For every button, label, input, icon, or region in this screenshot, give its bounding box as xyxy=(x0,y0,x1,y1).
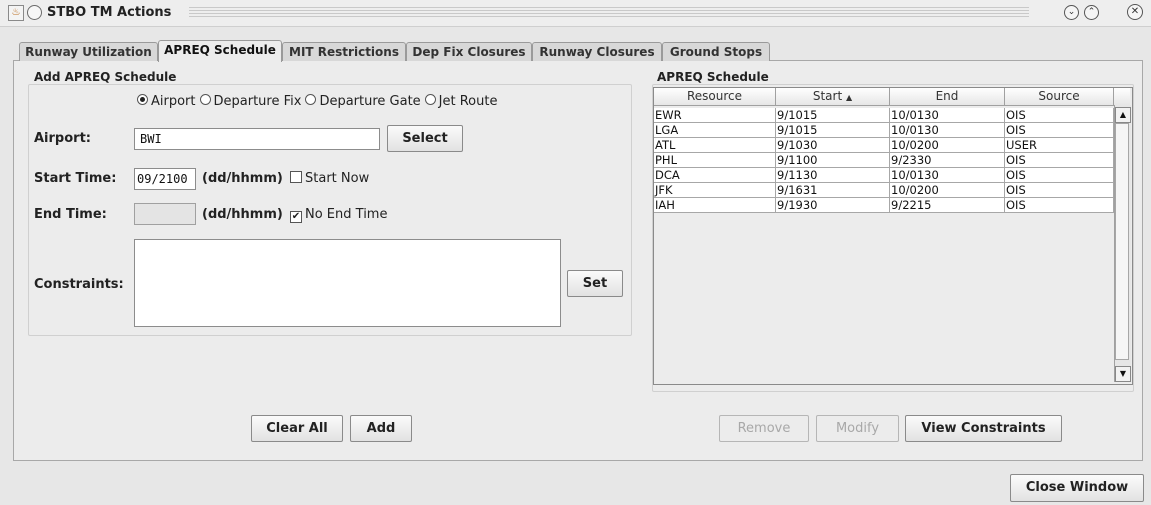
sort-ascending-icon: ▲ xyxy=(846,93,853,102)
set-button[interactable]: Set xyxy=(567,270,623,297)
start-time-input[interactable]: 09/2100 xyxy=(134,168,196,190)
tab-dep-fix-closures[interactable]: Dep Fix Closures xyxy=(406,42,532,61)
add-apreq-group-title: Add APREQ Schedule xyxy=(34,70,177,84)
cell-source: OIS xyxy=(1005,123,1114,138)
add-button[interactable]: Add xyxy=(350,415,412,442)
airport-label: Airport: xyxy=(34,131,91,146)
cell-start: 9/1130 xyxy=(776,168,890,183)
cell-source: OIS xyxy=(1005,153,1114,168)
cell-end: 9/2330 xyxy=(890,153,1005,168)
chevron-up-icon[interactable]: ⌃ xyxy=(1084,5,1099,20)
cell-resource: DCA xyxy=(654,168,776,183)
select-button[interactable]: Select xyxy=(387,125,463,152)
scroll-up-icon[interactable]: ▲ xyxy=(1115,107,1131,123)
table-row[interactable]: JFK 9/1631 10/0200 OIS xyxy=(654,183,1114,198)
checkbox-unchecked-icon xyxy=(290,171,302,183)
column-header-resource[interactable]: Resource xyxy=(654,88,776,106)
cell-end: 10/0130 xyxy=(890,123,1005,138)
chevron-down-icon[interactable]: ⌄ xyxy=(1064,5,1079,20)
cell-resource: PHL xyxy=(654,153,776,168)
table-row[interactable]: IAH 9/1930 9/2215 OIS xyxy=(654,198,1114,213)
cell-resource: JFK xyxy=(654,183,776,198)
cell-source: OIS xyxy=(1005,108,1114,123)
remove-button[interactable]: Remove xyxy=(719,415,809,442)
cell-resource: LGA xyxy=(654,123,776,138)
cell-start: 9/1631 xyxy=(776,183,890,198)
end-time-format: (dd/hhmm) xyxy=(202,207,283,222)
modify-button[interactable]: Modify xyxy=(816,415,899,442)
cell-source: USER xyxy=(1005,138,1114,153)
window-menu-icon[interactable] xyxy=(27,5,42,20)
table-row[interactable]: ATL 9/1030 10/0200 USER xyxy=(654,138,1114,153)
close-window-button[interactable]: Close Window xyxy=(1010,474,1144,502)
end-time-input[interactable] xyxy=(134,203,196,225)
column-header-source[interactable]: Source xyxy=(1005,88,1114,106)
end-time-label: End Time: xyxy=(34,207,107,222)
cell-start: 9/1100 xyxy=(776,153,890,168)
cell-start: 9/1015 xyxy=(776,123,890,138)
radio-jet-route[interactable]: Jet Route xyxy=(424,94,502,109)
radio-unselected-icon xyxy=(424,94,436,105)
column-header-start[interactable]: Start ▲ xyxy=(776,88,890,106)
resource-type-radio-group: Airport Departure Fix Departure Gate Jet Ro… xyxy=(137,94,501,109)
view-constraints-button[interactable]: View Constraints xyxy=(905,415,1062,442)
table-row[interactable]: EWR 9/1015 10/0130 OIS xyxy=(654,108,1114,123)
tab-runway-closures[interactable]: Runway Closures xyxy=(532,42,662,61)
cell-source: OIS xyxy=(1005,168,1114,183)
no-end-time-checkbox[interactable]: ✔ No End Time xyxy=(290,207,387,223)
cell-end: 9/2215 xyxy=(890,198,1005,213)
cell-source: OIS xyxy=(1005,183,1114,198)
radio-departure-fix[interactable]: Departure Fix xyxy=(199,94,306,109)
column-header-end[interactable]: End xyxy=(890,88,1005,106)
tab-ground-stops[interactable]: Ground Stops xyxy=(662,42,770,61)
java-cup-icon: ♨ xyxy=(8,5,24,21)
radio-unselected-icon xyxy=(305,94,317,105)
cell-resource: IAH xyxy=(654,198,776,213)
cell-start: 9/1030 xyxy=(776,138,890,153)
column-header-corner xyxy=(1114,88,1130,106)
close-icon[interactable]: ✕ xyxy=(1127,4,1143,20)
cell-end: 10/0200 xyxy=(890,183,1005,198)
tab-runway-utilization[interactable]: Runway Utilization xyxy=(19,42,158,61)
scroll-down-icon[interactable]: ▼ xyxy=(1115,366,1131,382)
radio-unselected-icon xyxy=(199,94,211,105)
radio-selected-icon xyxy=(137,94,148,105)
cell-source: OIS xyxy=(1005,198,1114,213)
constraints-label: Constraints: xyxy=(34,277,124,292)
cell-end: 10/0200 xyxy=(890,138,1005,153)
table-row[interactable]: LGA 9/1015 10/0130 OIS xyxy=(654,123,1114,138)
start-time-format: (dd/hhmm) xyxy=(202,171,283,186)
tab-apreq-schedule[interactable]: APREQ Schedule xyxy=(158,40,282,62)
apreq-schedule-group-title: APREQ Schedule xyxy=(657,70,769,84)
cell-end: 10/0130 xyxy=(890,108,1005,123)
table-row[interactable]: DCA 9/1130 10/0130 OIS xyxy=(654,168,1114,183)
table-row[interactable]: PHL 9/1100 9/2330 OIS xyxy=(654,153,1114,168)
title-bar-grip xyxy=(189,7,1029,17)
scroll-thumb[interactable] xyxy=(1115,123,1129,360)
start-time-label: Start Time: xyxy=(34,171,117,186)
radio-departure-gate[interactable]: Departure Gate xyxy=(305,94,424,109)
constraints-textarea[interactable] xyxy=(134,239,561,327)
start-now-checkbox[interactable]: Start Now xyxy=(290,171,369,186)
clear-all-button[interactable]: Clear All xyxy=(251,415,343,442)
cell-resource: ATL xyxy=(654,138,776,153)
airport-input[interactable]: BWI xyxy=(134,128,380,150)
cell-start: 9/1015 xyxy=(776,108,890,123)
cell-end: 10/0130 xyxy=(890,168,1005,183)
checkbox-checked-icon: ✔ xyxy=(290,211,302,223)
cell-resource: EWR xyxy=(654,108,776,123)
radio-airport[interactable]: Airport xyxy=(137,94,200,109)
cell-start: 9/1930 xyxy=(776,198,890,213)
tab-mit-restrictions[interactable]: MIT Restrictions xyxy=(282,42,406,61)
window-title: STBO TM Actions xyxy=(47,5,172,20)
